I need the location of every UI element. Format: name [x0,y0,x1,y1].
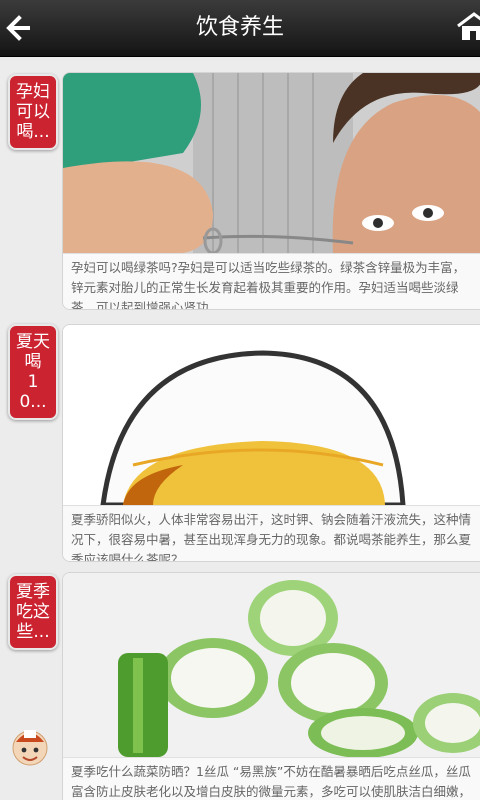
page-title: 饮食养生 [195,15,284,40]
article-tag[interactable]: 夏天 喝 10... [8,324,58,420]
tag-line: 可以 [16,102,50,122]
tag-line: 孕妇 [16,82,50,102]
article-item[interactable]: 夏天 喝 10... 夏季骄阳似火，人体非常容易出汗，这时钾、钠会随着汗液流失，… [0,322,480,568]
tag-line: 夏季 [16,582,50,602]
mascot-avatar-icon[interactable] [12,724,48,770]
article-tag[interactable]: 孕妇 可以 喝... [8,74,58,150]
article-card[interactable]: 孕妇可以喝绿茶吗?孕妇是可以适当吃些绿茶的。绿茶含锌量极为丰富，锌元素对胎儿的正… [62,72,480,310]
article-image [63,325,480,505]
tag-line: 夏天 [16,332,50,352]
article-feed[interactable]: 孕妇 可以 喝... 孕妇可以喝绿茶吗?孕妇是可以适当吃些绿茶的。绿茶含锌量极为… [0,64,480,800]
article-summary: 夏季骄阳似火，人体非常容易出汗，这时钾、钠会随着汗液流失，这种情况下，很容易中暑… [63,505,480,561]
article-summary: 孕妇可以喝绿茶吗?孕妇是可以适当吃些绿茶的。绿茶含锌量极为丰富，锌元素对胎儿的正… [63,253,480,309]
article-summary: 夏季吃什么蔬菜防晒？1丝瓜 “易黑族”不妨在酷暑暴晒后吃点丝瓜，丝瓜富含防止皮肤… [63,757,480,800]
article-item[interactable]: 夏季 吃这 些... 夏季吃什么蔬菜防晒？1丝瓜 “易黑族”不妨在酷暑暴晒后吃点… [0,572,480,800]
tag-line: 吃这 [16,602,50,622]
tag-line: 些... [16,622,50,642]
article-image [63,73,480,253]
home-icon[interactable] [456,12,480,42]
article-image [63,573,480,757]
article-item[interactable]: 孕妇 可以 喝... 孕妇可以喝绿茶吗?孕妇是可以适当吃些绿茶的。绿茶含锌量极为… [0,72,480,318]
article-card[interactable]: 夏季骄阳似火，人体非常容易出汗，这时钾、钠会随着汗液流失，这种情况下，很容易中暑… [62,324,480,562]
top-bar: 饮食养生 [0,0,480,57]
article-tag[interactable]: 夏季 吃这 些... [8,574,58,650]
tag-line: 喝... [16,122,50,142]
tag-line: 10... [19,372,47,412]
article-card[interactable]: 夏季吃什么蔬菜防晒？1丝瓜 “易黑族”不妨在酷暑暴晒后吃点丝瓜，丝瓜富含防止皮肤… [62,572,480,800]
tag-line: 喝 [24,352,42,372]
